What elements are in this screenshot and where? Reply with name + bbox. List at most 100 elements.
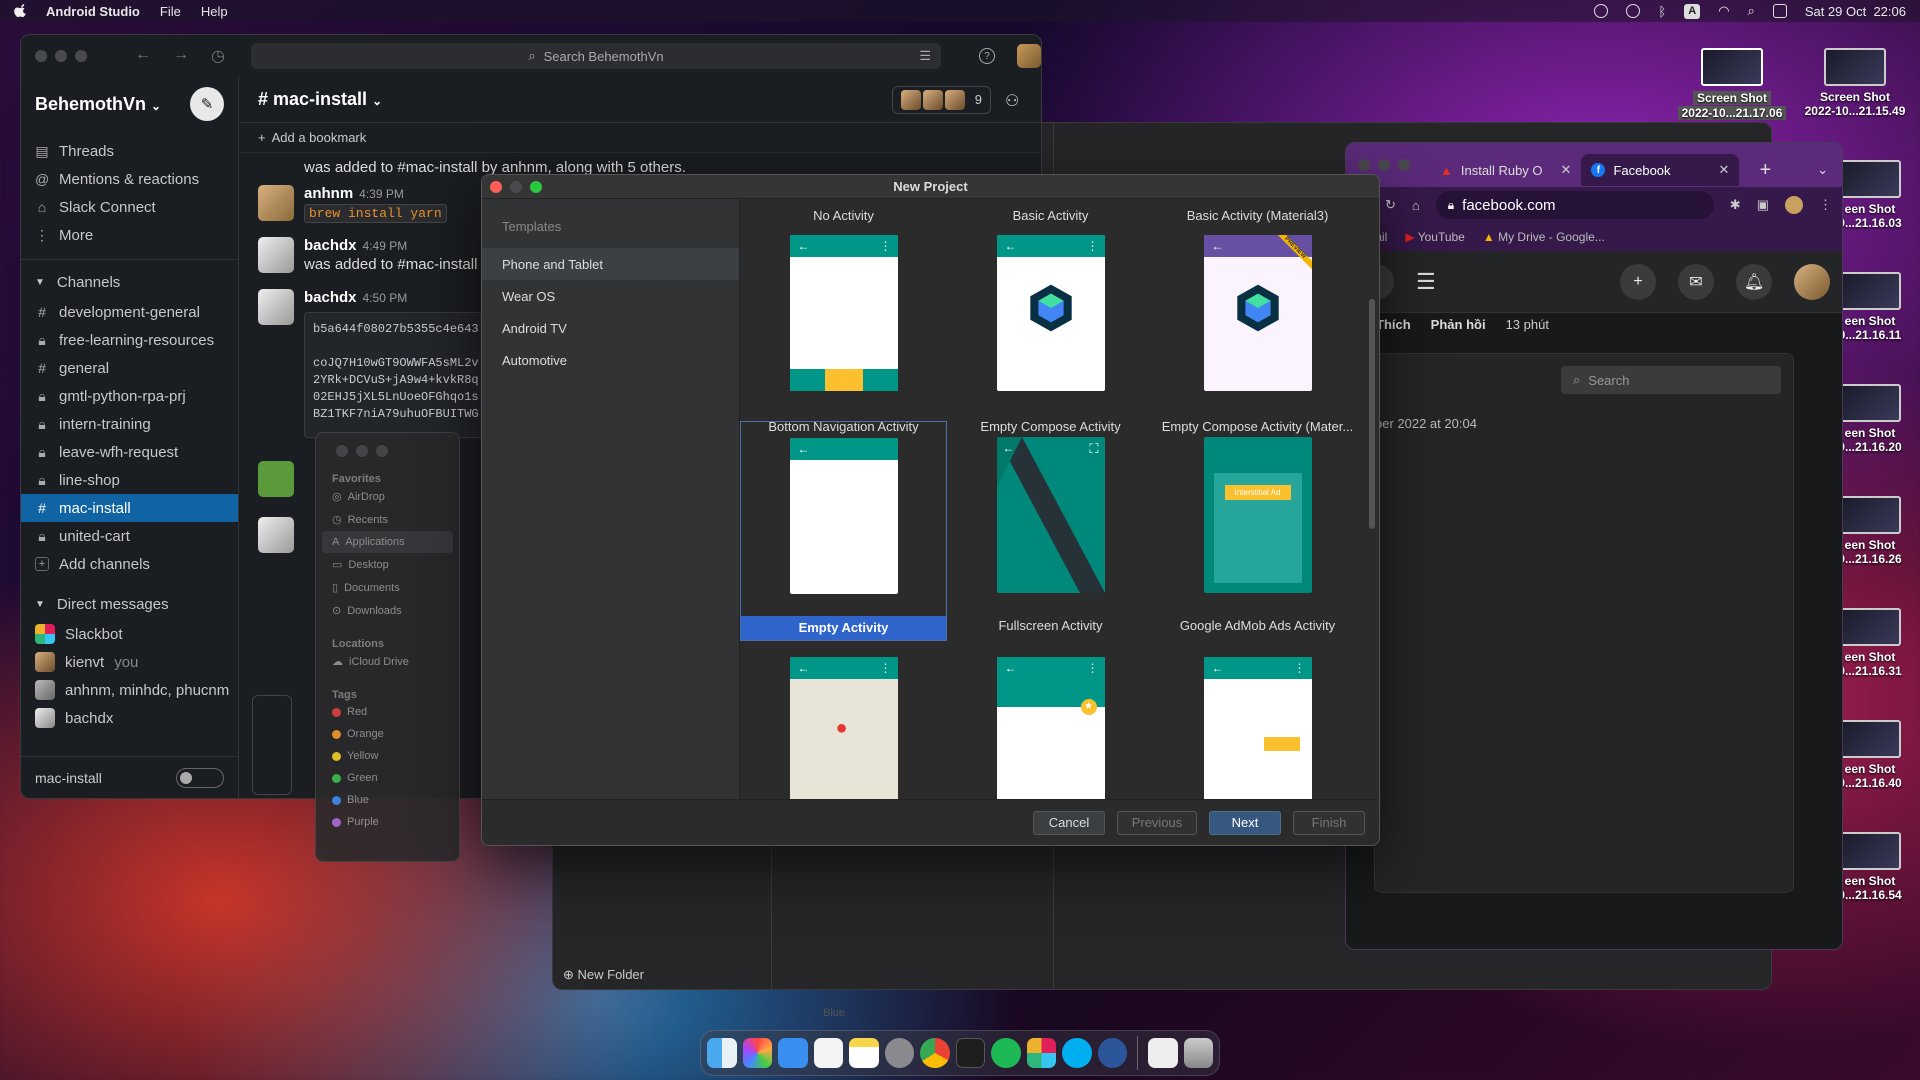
slack-icon[interactable] (1026, 1038, 1057, 1068)
zoom-window-button[interactable] (376, 445, 388, 457)
channel-leave-wfh-request[interactable]: 🔒︎ leave-wfh-request (21, 438, 238, 466)
message-author[interactable]: anhnm (304, 185, 353, 202)
wifi-icon[interactable]: ◠ (1718, 3, 1729, 19)
template-fullscreen-activity[interactable]: ← ⛶ Fullscreen Activity (947, 437, 1154, 637)
dm-section-header[interactable]: ▼ Direct messages (21, 588, 238, 620)
like-link[interactable]: Thích (1376, 317, 1411, 332)
close-window-button[interactable] (1358, 159, 1370, 171)
finder-item-documents[interactable]: ▯ Documents (316, 576, 459, 599)
sidebar-item-more[interactable]: ⋮ More (21, 221, 238, 249)
message-composer[interactable] (252, 695, 292, 795)
add-bookmark-button[interactable]: + Add a bookmark (240, 123, 1041, 153)
spotify-icon[interactable] (991, 1038, 1021, 1068)
finish-button[interactable]: Finish (1293, 810, 1365, 835)
zoom-window-button[interactable] (75, 50, 87, 62)
history-icon[interactable]: ◷ (211, 46, 225, 66)
category-android-tv[interactable]: Android TV (482, 312, 739, 344)
tab-install-ruby[interactable]: ▲ Install Ruby O ✕ (1430, 154, 1581, 186)
home-icon[interactable]: ⌂ (1412, 198, 1420, 213)
dm-group[interactable]: anhnm, minhdc, phucnm (21, 676, 238, 704)
desktop-file-screenshot[interactable]: Screen Shot 2022-10...21.15.49 (1780, 48, 1920, 118)
finder-icon[interactable] (707, 1038, 737, 1068)
finder-item-icloud[interactable]: ☁ iCloud Drive (316, 650, 459, 673)
template-admob-activity[interactable]: Interstitial Ad Google AdMob Ads Activit… (1154, 437, 1361, 637)
finder-item-desktop[interactable]: ▭ Desktop (316, 553, 459, 576)
channels-section-header[interactable]: ▼ Channels (21, 266, 238, 298)
help-icon[interactable]: ? (978, 48, 995, 64)
category-phone-tablet[interactable]: Phone and Tablet (482, 248, 739, 280)
members-button[interactable]: 9 (891, 85, 991, 114)
sidebar-icon[interactable]: ▣ (1757, 197, 1769, 213)
trash-icon[interactable] (1183, 1038, 1214, 1068)
spotlight-icon[interactable]: ⌕ (1748, 3, 1755, 19)
dm-slackbot[interactable]: Slackbot (21, 620, 238, 648)
notes-icon[interactable] (849, 1038, 879, 1068)
input-source-indicator[interactable]: A (1684, 3, 1701, 19)
workspace-name[interactable]: BehemothVn ⌄ (35, 94, 161, 115)
tag-blue[interactable]: Blue (316, 789, 459, 811)
word-icon[interactable] (1097, 1038, 1128, 1068)
chrome-icon[interactable] (920, 1038, 950, 1068)
channel-intern-training[interactable]: 🔒︎ intern-training (21, 410, 238, 438)
profile-avatar[interactable] (1794, 263, 1830, 300)
back-icon[interactable]: ← (135, 46, 151, 66)
sidebar-item-slack-connect[interactable]: ⌂ Slack Connect (21, 193, 238, 221)
new-tab-button[interactable]: + (1759, 159, 1771, 182)
chrome-menu-icon[interactable]: ⋮ (1819, 197, 1832, 213)
close-tab-icon[interactable]: ✕ (1719, 162, 1730, 178)
focus-icon[interactable] (1594, 4, 1609, 18)
channel-line-shop[interactable]: 🔒︎ line-shop (21, 466, 238, 494)
avatar[interactable] (258, 517, 294, 553)
clock-datetime[interactable]: Sat 29 Oct 22:06 (1805, 4, 1906, 19)
scrollbar[interactable] (1369, 299, 1375, 529)
launchpad-icon[interactable] (742, 1038, 772, 1068)
tag-green[interactable]: Green (316, 767, 459, 789)
message-time[interactable]: 4:50 PM (363, 291, 408, 305)
facebook-search-input[interactable]: ⌕ Search (1561, 366, 1781, 394)
new-folder-button[interactable]: ⊕ New Folder (563, 967, 644, 983)
tag-yellow[interactable]: Yellow (316, 745, 459, 767)
compose-button[interactable]: ✎ (190, 87, 224, 121)
menu-file[interactable]: File (160, 4, 181, 19)
close-tab-icon[interactable]: ✕ (1561, 162, 1572, 178)
menu-icon[interactable]: ☰ (1416, 269, 1436, 295)
address-bar[interactable]: 🔒︎ facebook.com (1435, 191, 1714, 219)
mail-icon[interactable] (778, 1038, 808, 1068)
minimize-window-button[interactable] (1378, 159, 1390, 171)
template-label-empty-compose[interactable]: Empty Compose Activity (947, 419, 1154, 434)
add-member-icon[interactable]: ⚇ (1005, 91, 1023, 110)
tag-purple[interactable]: Purple (316, 811, 459, 833)
template-master-detail[interactable]: ← ⋮ ★ (947, 657, 1154, 799)
reply-link[interactable]: Phản hồi (1431, 317, 1486, 332)
document-icon[interactable] (1148, 1038, 1178, 1068)
category-wear-os[interactable]: Wear OS (482, 280, 739, 312)
extensions-icon[interactable]: ✱ (1730, 197, 1741, 213)
profile-avatar[interactable] (1785, 196, 1803, 214)
avatar[interactable] (258, 461, 294, 497)
avatar[interactable] (258, 237, 294, 273)
finder-item-applications[interactable]: A Applications (322, 531, 453, 553)
avatar[interactable] (258, 185, 294, 221)
template-google-maps[interactable]: ← ⋮ ● (740, 657, 947, 799)
terminal-icon[interactable] (955, 1038, 986, 1068)
filter-icon[interactable]: ☰ (919, 48, 931, 64)
message-author[interactable]: bachdx (304, 289, 357, 306)
channel-gmtl-python-rpa-prj[interactable]: 🔒︎ gmtl-python-rpa-prj (21, 382, 238, 410)
minimize-window-button[interactable] (55, 50, 67, 62)
template-empty-activity[interactable]: ← Empty Activity (740, 421, 947, 641)
app-menu-name[interactable]: Android Studio (46, 4, 140, 19)
dm-bachdx[interactable]: bachdx (21, 704, 238, 732)
message-time[interactable]: 4:39 PM (359, 187, 404, 201)
message-author[interactable]: bachdx (304, 237, 357, 254)
bluetooth-icon[interactable]: ᛒ (1658, 4, 1666, 19)
tag-orange[interactable]: Orange (316, 723, 459, 745)
play-icon[interactable] (1626, 4, 1641, 18)
forward-icon[interactable]: → (173, 46, 189, 66)
menu-help[interactable]: Help (201, 4, 228, 19)
reminders-icon[interactable] (813, 1038, 843, 1068)
close-window-button[interactable] (336, 445, 348, 457)
minimize-window-button[interactable] (356, 445, 368, 457)
dm-kienvt[interactable]: kienvt you (21, 648, 238, 676)
control-center-icon[interactable] (1772, 4, 1787, 18)
create-icon[interactable]: + (1620, 263, 1656, 300)
